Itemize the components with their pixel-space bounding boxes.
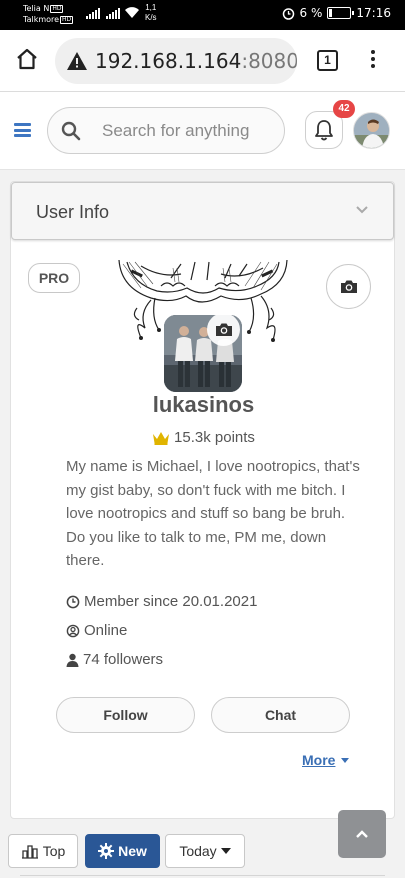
more-link-label: More xyxy=(302,752,336,768)
period-dropdown[interactable]: Today xyxy=(165,834,245,868)
pro-badge: PRO xyxy=(28,263,80,293)
carrier-info: Telia N HD Talkmore HD xyxy=(23,3,74,25)
status-bar: Telia N HD Talkmore HD 1,1 K/s 6 % 17:16 xyxy=(0,0,405,30)
signal-icon-2 xyxy=(106,8,120,19)
signal-icon xyxy=(86,8,100,19)
network-speed: 1,1 K/s xyxy=(145,3,157,23)
username: lukasinos xyxy=(152,392,255,417)
change-cover-button[interactable] xyxy=(326,264,371,309)
speed-value: 1,1 xyxy=(145,3,157,12)
chevron-up-icon xyxy=(356,830,368,838)
caret-down-icon xyxy=(220,848,231,854)
camera-icon xyxy=(215,323,232,336)
online-status: Online xyxy=(66,622,127,639)
hamburger-icon[interactable] xyxy=(14,123,31,137)
battery-icon xyxy=(327,7,355,19)
points-text: 15.3k points xyxy=(174,429,255,446)
avatar-photo xyxy=(354,113,389,148)
user-circle-icon xyxy=(66,624,80,637)
user-icon xyxy=(66,653,79,667)
user-bio: My name is Michael, I love nootropics, t… xyxy=(66,458,360,569)
caret-down-icon xyxy=(341,757,350,763)
more-dropdown[interactable]: More xyxy=(302,752,350,768)
search-icon xyxy=(61,121,81,140)
search-input[interactable] xyxy=(102,120,282,141)
notification-count-badge: 42 xyxy=(333,100,355,118)
clock-icon xyxy=(66,595,80,608)
member-since: Member since 20.01.2021 xyxy=(66,593,257,610)
tab-new[interactable]: New xyxy=(85,834,160,868)
user-info-header[interactable]: User Info xyxy=(11,182,394,240)
carrier-1: Telia N xyxy=(23,4,50,13)
warning-icon[interactable] xyxy=(66,51,88,71)
gear-icon xyxy=(98,843,115,859)
crown-icon xyxy=(153,431,170,445)
site-header: 42 xyxy=(0,92,405,170)
browser-toolbar: 192.168.1.164:8080/ 1 xyxy=(0,30,405,92)
url-host: 192.168.1.164 xyxy=(95,49,242,73)
volte-tag-2: HD xyxy=(60,16,74,24)
follow-button[interactable]: Follow xyxy=(56,697,195,733)
status-right: 6 % 17:16 xyxy=(282,6,391,20)
card-title: User Info xyxy=(36,202,110,222)
change-avatar-button[interactable] xyxy=(207,313,240,346)
search-bar[interactable] xyxy=(47,107,285,154)
points-display: 15.3k points xyxy=(11,429,396,446)
period-label: Today xyxy=(179,843,217,859)
chevron-down-icon xyxy=(356,206,368,214)
scroll-to-top-button[interactable] xyxy=(338,810,386,858)
home-icon[interactable] xyxy=(15,47,39,71)
tab-top-label: Top xyxy=(42,843,66,859)
alarm-icon xyxy=(282,7,294,20)
battery-percent: 6 % xyxy=(299,6,323,20)
tab-switcher-button[interactable]: 1 xyxy=(317,50,338,71)
speed-unit: K/s xyxy=(145,13,157,22)
divider xyxy=(20,875,385,876)
tab-top[interactable]: Top xyxy=(8,834,78,868)
followers-text: 74 followers xyxy=(83,651,164,668)
bell-icon xyxy=(315,120,333,141)
wifi-icon xyxy=(125,7,139,18)
member-since-text: Member since 20.01.2021 xyxy=(84,593,258,610)
clock-time: 17:16 xyxy=(356,6,391,20)
tab-new-label: New xyxy=(118,843,147,859)
online-status-text: Online xyxy=(84,622,128,639)
avatar[interactable] xyxy=(353,112,390,149)
bar-chart-icon xyxy=(21,844,38,859)
url-port: :8080/ xyxy=(241,49,297,73)
user-info-card: User Info PRO lukasinos 15.3k points My … xyxy=(10,181,395,819)
carrier-2: Talkmore xyxy=(23,15,60,24)
followers-count: 74 followers xyxy=(66,651,163,668)
menu-dots-icon[interactable] xyxy=(367,47,379,71)
chat-button[interactable]: Chat xyxy=(211,697,350,733)
camera-icon xyxy=(340,280,357,293)
url-bar[interactable]: 192.168.1.164:8080/ xyxy=(55,38,297,84)
url-text: 192.168.1.164:8080/ xyxy=(95,49,297,73)
volte-tag-1: HD xyxy=(50,5,64,13)
